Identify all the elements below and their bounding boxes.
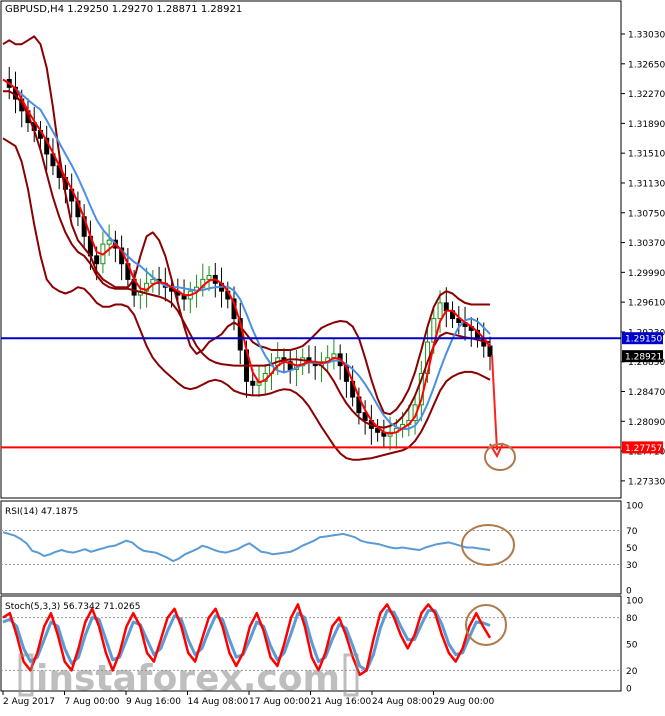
rsi-tick-label: 0	[626, 587, 632, 597]
stoch-title: Stoch(5,3,3) 56.7342 71.0265	[5, 602, 140, 612]
y-tick-label: 1.30750	[628, 209, 665, 219]
candle-body	[150, 278, 156, 284]
support-price-label: 1.27757	[625, 444, 662, 454]
watermark: instaforex.com	[18, 653, 359, 699]
main-panel	[0, 0, 622, 499]
chart-root: GBPUSD,H4 1.29250 1.29270 1.28871 1.2892…	[0, 0, 665, 712]
x-tick-label: 29 Aug 00:00	[434, 697, 495, 707]
y-tick-label: 1.31890	[628, 120, 665, 130]
candle-body	[443, 302, 449, 312]
y-tick-label: 1.31510	[628, 150, 665, 160]
y-tick-label: 1.31130	[628, 179, 665, 189]
candle-body	[487, 345, 493, 357]
stoch-tick-label: 20	[626, 667, 638, 677]
stoch-tick-label: 80	[626, 614, 638, 624]
y-tick-label: 1.29990	[628, 269, 665, 279]
y-tick-label: 1.33030	[628, 31, 665, 41]
stoch-tick-label: 100	[626, 597, 643, 607]
rsi-tick-label: 70	[626, 527, 638, 537]
main-title: GBPUSD,H4 1.29250 1.29270 1.28871 1.2892…	[5, 4, 242, 15]
y-tick-label: 1.32270	[628, 90, 665, 100]
candle-body	[437, 302, 443, 320]
candle-body	[94, 255, 100, 265]
rsi-title: RSI(14) 47.1875	[5, 507, 78, 517]
watermark-text: instaforex.com	[36, 658, 340, 699]
y-tick-label: 1.32650	[628, 60, 665, 70]
y-tick-label: 1.30370	[628, 239, 665, 249]
y-tick-label: 1.28470	[628, 388, 665, 398]
last-price-label: 1.28921	[625, 353, 662, 363]
x-tick-label: 24 Aug 08:00	[372, 697, 433, 707]
y-tick-label: 1.27330	[628, 477, 665, 487]
candle-body	[106, 239, 112, 245]
rsi-panel	[0, 500, 622, 595]
y-tick-label: 1.29610	[628, 299, 665, 309]
candle-body	[206, 274, 212, 280]
candle-body	[250, 380, 256, 386]
stoch-tick-label: 50	[626, 641, 638, 651]
rsi-tick-label: 50	[626, 544, 638, 554]
y-tick-label: 1.28090	[628, 418, 665, 428]
stoch-tick-label: 0	[626, 685, 632, 695]
chart-canvas: GBPUSD,H4 1.29250 1.29270 1.28871 1.2892…	[0, 0, 665, 707]
rsi-tick-label: 30	[626, 561, 638, 571]
rsi-tick-label: 100	[626, 502, 643, 512]
resistance-price-label: 1.29150	[625, 335, 662, 345]
main-axis: 1.33030 1.32650 1.32270 1.31890 1.31510 1.311…	[621, 31, 665, 487]
